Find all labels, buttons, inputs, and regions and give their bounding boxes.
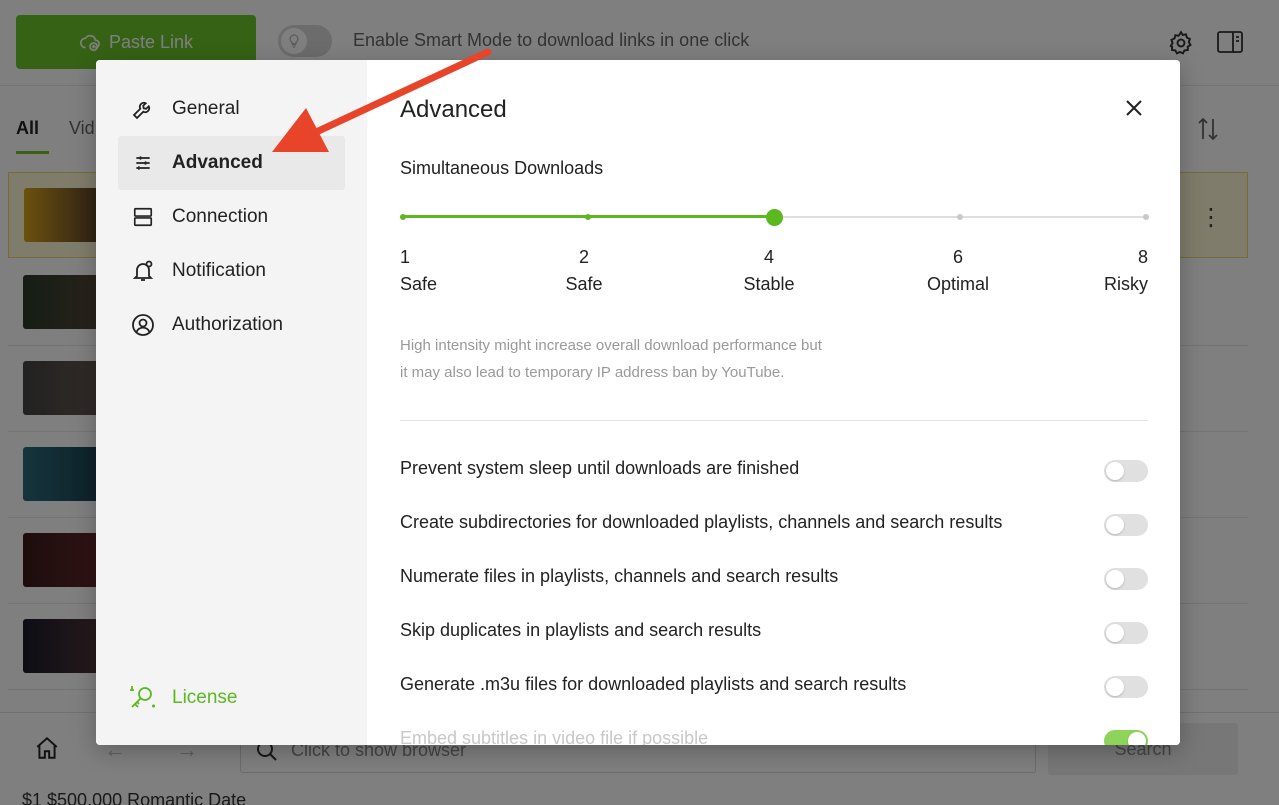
option-label: Generate .m3u files for downloaded playl… bbox=[400, 674, 907, 694]
key-icon bbox=[130, 686, 155, 708]
divider bbox=[400, 420, 1148, 421]
slider-tick[interactable] bbox=[957, 214, 963, 220]
step-label: Safe bbox=[565, 274, 603, 294]
hint-line: it may also lead to temporary IP address… bbox=[400, 364, 785, 381]
generate-m3u-toggle[interactable] bbox=[1104, 676, 1148, 698]
slider-handle[interactable] bbox=[766, 209, 783, 226]
hint-line: High intensity might increase overall do… bbox=[400, 337, 822, 354]
slider-step: 1 Safe bbox=[400, 244, 437, 298]
step-label: Optimal bbox=[926, 274, 989, 294]
sidebar-item-advanced[interactable]: Advanced bbox=[118, 136, 345, 190]
step-value: 2 bbox=[578, 247, 589, 267]
prevent-sleep-toggle[interactable] bbox=[1104, 460, 1148, 482]
option-label: Numerate files in playlists, channels an… bbox=[400, 566, 839, 586]
option-label: Prevent system sleep until downloads are… bbox=[400, 458, 800, 478]
sidebar-item-notification[interactable]: Notification bbox=[118, 244, 345, 298]
option-numerate-files: Numerate files in playlists, channels an… bbox=[400, 564, 1148, 592]
sidebar-item-authorization[interactable]: Authorization bbox=[118, 298, 345, 352]
step-value: 8 bbox=[1137, 247, 1148, 267]
option-label: Create subdirectories for downloaded pla… bbox=[400, 512, 1003, 532]
bell-icon bbox=[132, 260, 154, 281]
option-label: Skip duplicates in playlists and search … bbox=[400, 620, 762, 640]
slider-hint: High intensity might increase overall do… bbox=[400, 332, 920, 386]
close-icon[interactable] bbox=[1125, 99, 1143, 117]
slider-tick[interactable] bbox=[400, 214, 406, 220]
wrench-icon bbox=[132, 101, 151, 120]
user-circle-icon bbox=[132, 314, 154, 336]
sidebar-item-label: Notification bbox=[172, 260, 266, 281]
skip-duplicates-toggle[interactable] bbox=[1104, 622, 1148, 644]
settings-dialog: General Advanced Connection Notification… bbox=[96, 60, 1180, 745]
slider-step: 8 Risky bbox=[1096, 244, 1148, 298]
slider-tick[interactable] bbox=[585, 214, 591, 220]
slider-step: 6 Optimal bbox=[922, 244, 994, 298]
license-link[interactable]: License bbox=[128, 684, 238, 712]
page-title: Advanced bbox=[400, 96, 507, 123]
sliders-icon bbox=[136, 156, 150, 170]
option-embed-subtitles: Embed subtitles in video file if possibl… bbox=[400, 726, 1148, 745]
option-label: Embed subtitles in video file if possibl… bbox=[400, 728, 709, 745]
slider-tick[interactable] bbox=[1143, 214, 1149, 220]
step-value: 1 bbox=[400, 247, 411, 267]
step-value: 4 bbox=[763, 247, 774, 267]
sidebar-item-general[interactable]: General bbox=[118, 82, 345, 136]
simultaneous-downloads-label: Simultaneous Downloads bbox=[400, 158, 604, 178]
simultaneous-downloads-slider[interactable] bbox=[400, 208, 1149, 228]
option-generate-m3u: Generate .m3u files for downloaded playl… bbox=[400, 672, 1148, 700]
sidebar-item-connection[interactable]: Connection bbox=[118, 190, 345, 244]
sidebar-item-label: Connection bbox=[172, 206, 269, 227]
settings-content: Advanced Simultaneous Downloads 1 Safe 2… bbox=[367, 60, 1180, 745]
license-label: License bbox=[172, 687, 238, 708]
option-subdirectories: Create subdirectories for downloaded pla… bbox=[400, 510, 1148, 538]
option-skip-duplicates: Skip duplicates in playlists and search … bbox=[400, 618, 1148, 646]
step-label: Stable bbox=[743, 274, 795, 294]
numerate-files-toggle[interactable] bbox=[1104, 568, 1148, 590]
step-label: Safe bbox=[400, 274, 438, 294]
step-label: Risky bbox=[1104, 274, 1148, 294]
settings-sidebar: General Advanced Connection Notification… bbox=[96, 60, 367, 745]
subdirectories-toggle[interactable] bbox=[1104, 514, 1148, 536]
sidebar-item-label: General bbox=[172, 98, 240, 119]
embed-subtitles-toggle[interactable] bbox=[1104, 730, 1148, 745]
option-prevent-sleep: Prevent system sleep until downloads are… bbox=[400, 456, 1148, 484]
sidebar-item-label: Authorization bbox=[172, 314, 283, 335]
step-value: 6 bbox=[952, 247, 963, 267]
server-icon bbox=[133, 207, 153, 227]
slider-step: 4 Stable bbox=[739, 244, 799, 298]
slider-step: 2 Safe bbox=[564, 244, 604, 298]
sidebar-item-label: Advanced bbox=[172, 152, 263, 173]
